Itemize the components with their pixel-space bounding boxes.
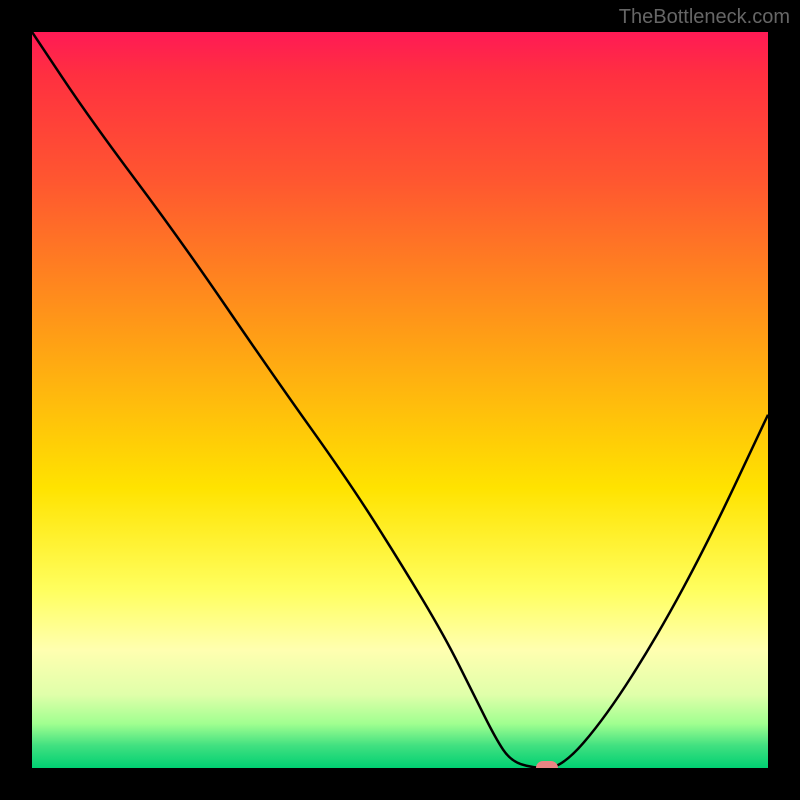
chart-frame [32,32,768,768]
optimal-marker [536,761,558,768]
attribution-label: TheBottleneck.com [619,6,790,29]
bottleneck-curve [32,32,768,768]
